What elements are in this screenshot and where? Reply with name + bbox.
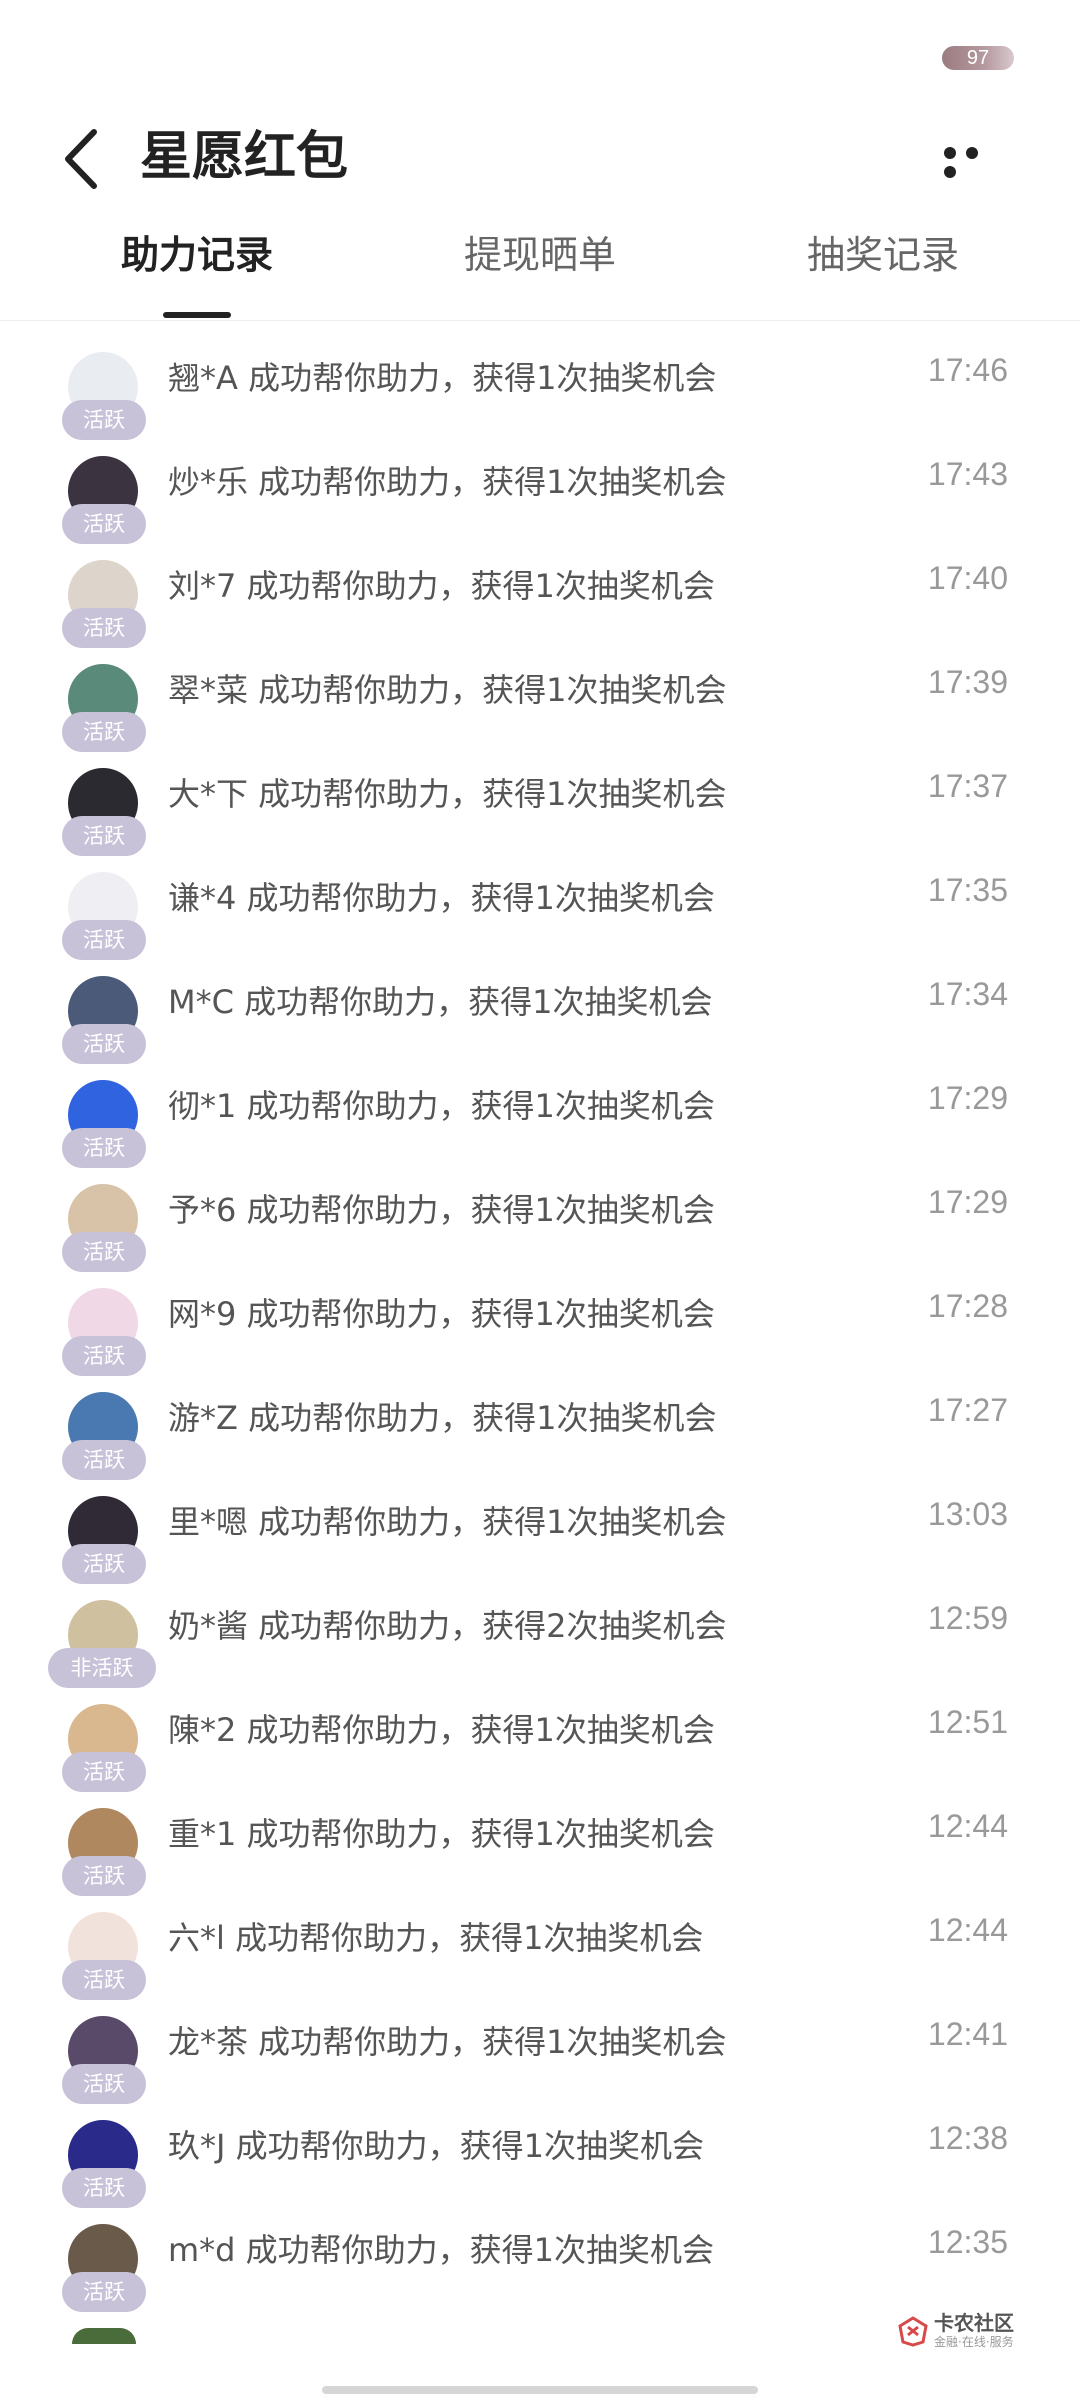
list-item[interactable]: 活跃 予*6 成功帮你助力，获得1次抽奖机会 17:29 [0, 1170, 1080, 1274]
list-item[interactable]: 活跃 m*d 成功帮你助力，获得1次抽奖机会 12:35 [0, 2210, 1080, 2314]
back-arrow-icon[interactable] [58, 126, 106, 192]
record-time: 12:44 [927, 1912, 1008, 1948]
activity-badge: 活跃 [62, 2168, 146, 2208]
activity-badge: 活跃 [62, 1544, 146, 1584]
record-time: 12:38 [927, 2120, 1008, 2156]
tab-bar: 助力记录 提现晒单 抽奖记录 [0, 220, 1080, 321]
record-time: 17:43 [927, 456, 1008, 492]
activity-badge: 活跃 [62, 1752, 146, 1792]
activity-badge: 活跃 [62, 1856, 146, 1896]
list-item[interactable]: 活跃 彻*1 成功帮你助力，获得1次抽奖机会 17:29 [0, 1066, 1080, 1170]
list-item[interactable]: 活跃 谦*4 成功帮你助力，获得1次抽奖机会 17:35 [0, 858, 1080, 962]
record-time: 17:29 [927, 1184, 1008, 1220]
record-time: 12:35 [927, 2224, 1008, 2260]
list-item[interactable]: 非活跃 奶*酱 成功帮你助力，获得2次抽奖机会 12:59 [0, 1586, 1080, 1690]
active-tab-indicator [163, 312, 231, 318]
watermark-name: 卡农社区 [934, 2311, 1014, 2335]
list-item[interactable]: 活跃 龙*茶 成功帮你助力，获得1次抽奖机会 12:41 [0, 2002, 1080, 2106]
activity-badge: 活跃 [62, 608, 146, 648]
list-item[interactable]: 活跃 翘*A 成功帮你助力，获得1次抽奖机会 17:46 [0, 338, 1080, 442]
record-time: 17:39 [927, 664, 1008, 700]
record-text: 奶*酱 成功帮你助力，获得2次抽奖机会 [168, 1607, 727, 1645]
list-item[interactable]: 活跃 炒*乐 成功帮你助力，获得1次抽奖机会 17:43 [0, 442, 1080, 546]
activity-badge: 活跃 [62, 712, 146, 752]
activity-badge: 活跃 [62, 1024, 146, 1064]
record-time: 13:03 [927, 1496, 1008, 1532]
watermark-subtitle: 金融·在线·服务 [934, 2335, 1014, 2349]
status-bar: 97 [0, 0, 1080, 100]
record-text: 刘*7 成功帮你助力，获得1次抽奖机会 [168, 567, 715, 605]
record-text: 里*嗯 成功帮你助力，获得1次抽奖机会 [168, 1503, 727, 1541]
home-indicator[interactable] [322, 2386, 758, 2394]
help-record-list[interactable]: 活跃 翘*A 成功帮你助力，获得1次抽奖机会 17:46 活跃 炒*乐 成功帮你助力，获… [0, 338, 1080, 2314]
record-text: 重*1 成功帮你助力，获得1次抽奖机会 [168, 1815, 715, 1853]
avatar [72, 2328, 136, 2344]
activity-badge: 活跃 [62, 2272, 146, 2312]
list-item[interactable]: 活跃 刘*7 成功帮你助力，获得1次抽奖机会 17:40 [0, 546, 1080, 650]
list-item[interactable]: 活跃 游*Z 成功帮你助力，获得1次抽奖机会 17:27 [0, 1378, 1080, 1482]
tab-lottery-records[interactable]: 抽奖记录 [703, 220, 1063, 320]
record-time: 17:46 [927, 352, 1008, 388]
record-time: 12:44 [927, 1808, 1008, 1844]
list-item[interactable]: 活跃 六*l 成功帮你助力，获得1次抽奖机会 12:44 [0, 1898, 1080, 2002]
list-item[interactable]: 活跃 陳*2 成功帮你助力，获得1次抽奖机会 12:51 [0, 1690, 1080, 1794]
list-item[interactable]: 活跃 网*9 成功帮你助力，获得1次抽奖机会 17:28 [0, 1274, 1080, 1378]
record-text: 六*l 成功帮你助力，获得1次抽奖机会 [168, 1919, 704, 1957]
record-text: 龙*茶 成功帮你助力，获得1次抽奖机会 [168, 2023, 727, 2061]
record-text: 大*下 成功帮你助力，获得1次抽奖机会 [168, 775, 727, 813]
record-text: 游*Z 成功帮你助力，获得1次抽奖机会 [168, 1399, 717, 1437]
header: 星愿红包 [0, 100, 1080, 220]
record-time: 17:28 [927, 1288, 1008, 1324]
activity-badge: 活跃 [62, 1336, 146, 1376]
watermark: 卡农社区 金融·在线·服务 [896, 2310, 1026, 2354]
record-time: 12:51 [927, 1704, 1008, 1740]
activity-badge: 活跃 [62, 920, 146, 960]
activity-badge: 活跃 [62, 816, 146, 856]
record-time: 17:34 [927, 976, 1008, 1012]
record-text: 炒*乐 成功帮你助力，获得1次抽奖机会 [168, 463, 727, 501]
activity-badge: 非活跃 [48, 1648, 156, 1688]
record-time: 17:35 [927, 872, 1008, 908]
record-text: 翠*菜 成功帮你助力，获得1次抽奖机会 [168, 671, 727, 709]
page-title: 星愿红包 [140, 127, 349, 187]
list-item[interactable]: 活跃 重*1 成功帮你助力，获得1次抽奖机会 12:44 [0, 1794, 1080, 1898]
record-time: 17:37 [927, 768, 1008, 804]
activity-badge: 活跃 [62, 1440, 146, 1480]
record-time: 17:40 [927, 560, 1008, 596]
activity-badge: 活跃 [62, 1128, 146, 1168]
more-options-icon[interactable] [944, 144, 1008, 178]
record-text: 网*9 成功帮你助力，获得1次抽奖机会 [168, 1295, 715, 1333]
record-text: M*C 成功帮你助力，获得1次抽奖机会 [168, 983, 713, 1021]
record-time: 17:27 [927, 1392, 1008, 1428]
record-time: 12:41 [927, 2016, 1008, 2052]
tab-help-records[interactable]: 助力记录 [17, 220, 377, 320]
record-time: 12:59 [927, 1600, 1008, 1636]
list-item[interactable]: 活跃 翠*菜 成功帮你助力，获得1次抽奖机会 17:39 [0, 650, 1080, 754]
activity-badge: 活跃 [62, 400, 146, 440]
record-text: 陳*2 成功帮你助力，获得1次抽奖机会 [168, 1711, 715, 1749]
activity-badge: 活跃 [62, 1960, 146, 2000]
record-text: m*d 成功帮你助力，获得1次抽奖机会 [168, 2231, 715, 2269]
list-item[interactable]: 活跃 里*嗯 成功帮你助力，获得1次抽奖机会 13:03 [0, 1482, 1080, 1586]
record-text: 予*6 成功帮你助力，获得1次抽奖机会 [168, 1191, 715, 1229]
activity-badge: 活跃 [62, 2064, 146, 2104]
record-time: 17:29 [927, 1080, 1008, 1116]
activity-badge: 活跃 [62, 1232, 146, 1272]
record-text: 翘*A 成功帮你助力，获得1次抽奖机会 [168, 359, 717, 397]
activity-badge: 活跃 [62, 504, 146, 544]
watermark-logo-icon [896, 2314, 930, 2348]
record-text: 玖*J 成功帮你助力，获得1次抽奖机会 [168, 2127, 704, 2165]
battery-indicator: 97 [942, 46, 1014, 70]
list-item[interactable]: 活跃 M*C 成功帮你助力，获得1次抽奖机会 17:34 [0, 962, 1080, 1066]
tab-withdraw-showcase[interactable]: 提现晒单 [360, 220, 720, 320]
list-item[interactable]: 活跃 大*下 成功帮你助力，获得1次抽奖机会 17:37 [0, 754, 1080, 858]
record-text: 彻*1 成功帮你助力，获得1次抽奖机会 [168, 1087, 715, 1125]
list-item[interactable]: 活跃 玖*J 成功帮你助力，获得1次抽奖机会 12:38 [0, 2106, 1080, 2210]
record-text: 谦*4 成功帮你助力，获得1次抽奖机会 [168, 879, 715, 917]
